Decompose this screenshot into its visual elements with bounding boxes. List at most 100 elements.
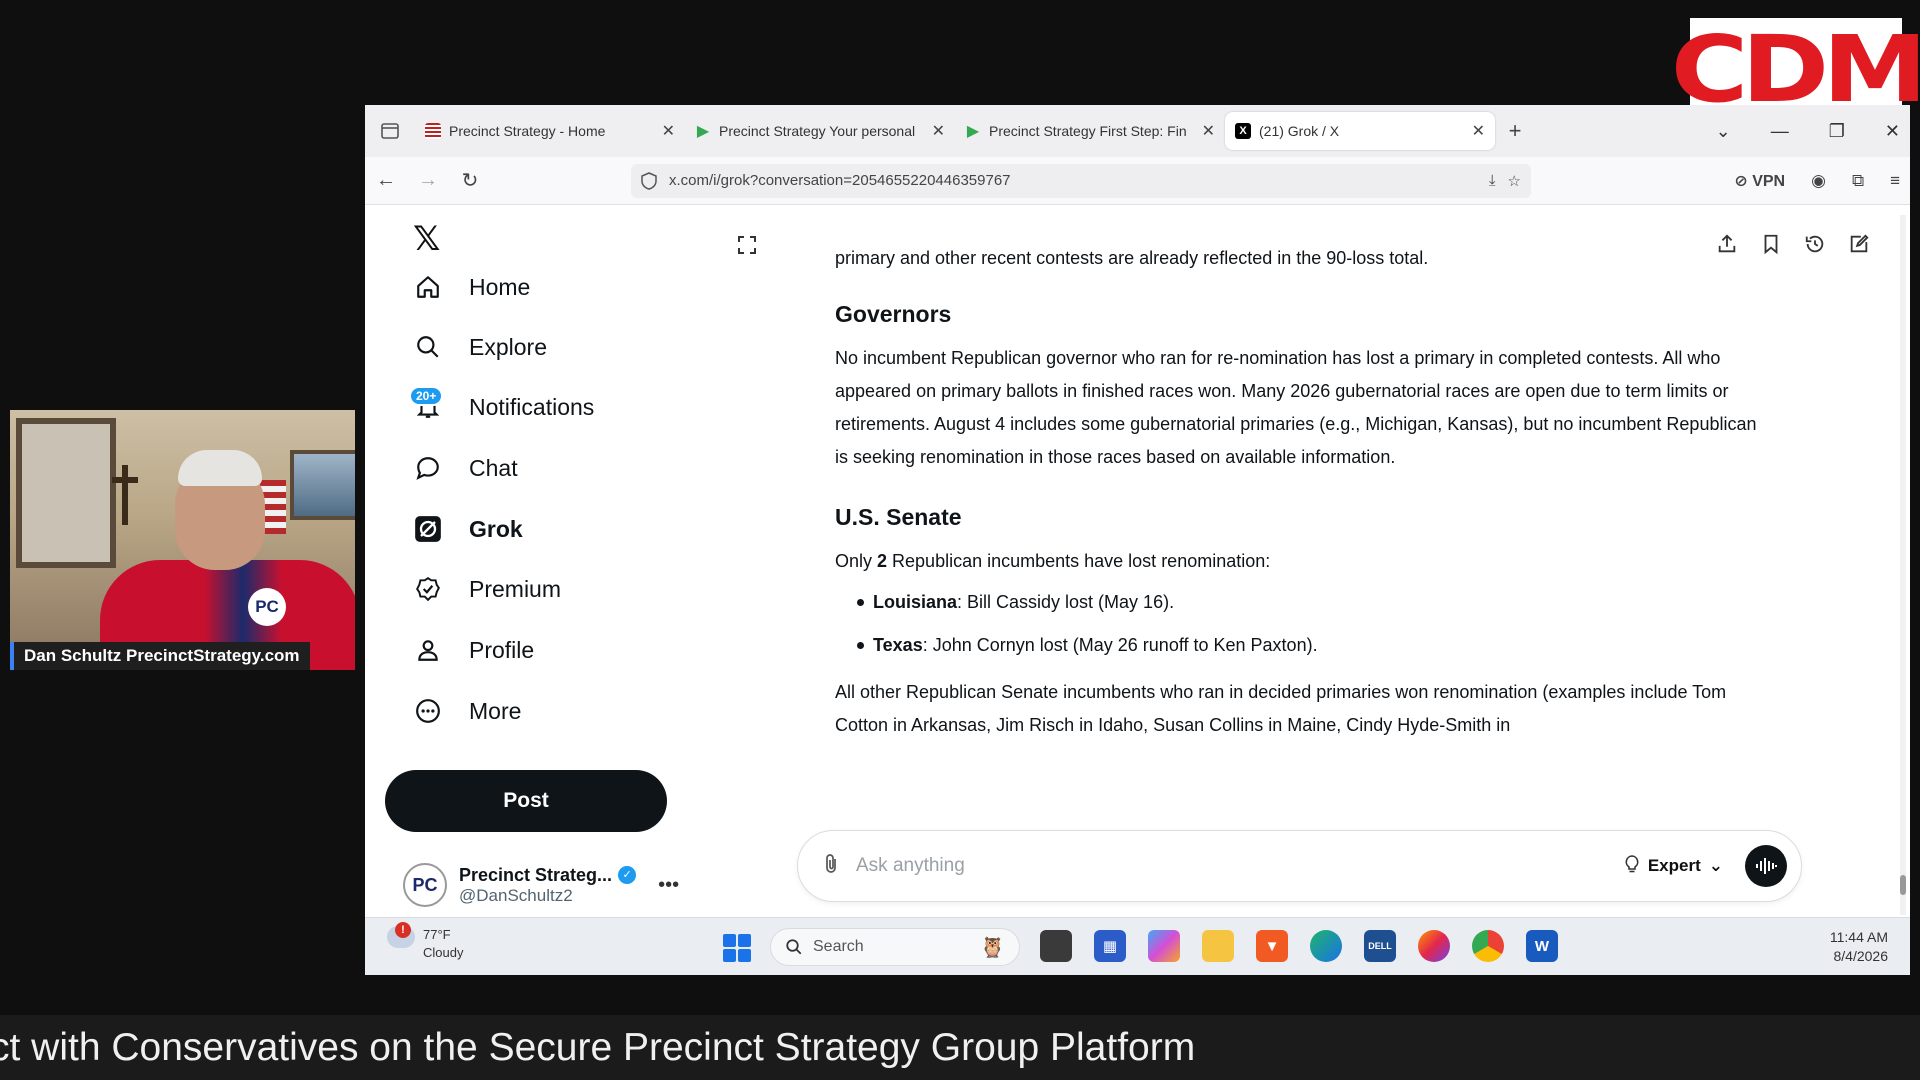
taskbar-search[interactable]: Search 🦉: [770, 928, 1020, 966]
paperclip-icon[interactable]: [822, 853, 846, 880]
clock-date: 8/4/2026: [1833, 948, 1889, 964]
menu-icon[interactable]: ≡: [1890, 171, 1900, 191]
more-circle-icon: [413, 696, 443, 726]
ellipsis-icon[interactable]: •••: [658, 874, 679, 897]
tab-title: Precinct Strategy - Home: [449, 123, 606, 139]
webcam-feed: PC Dan Schultz PrecinctStrategy.com: [10, 410, 355, 670]
sidebar-item-label: Profile: [469, 636, 535, 663]
wall-picture: [290, 450, 355, 520]
scrollbar-thumb[interactable]: [1900, 875, 1906, 895]
close-icon[interactable]: ✕: [1202, 121, 1215, 141]
back-arrow-icon[interactable]: ←: [375, 169, 397, 192]
senate-lead-post: Republican incumbents have lost renomina…: [887, 551, 1271, 571]
minimize-icon[interactable]: —: [1771, 121, 1789, 142]
sidebar-item-explore[interactable]: Explore: [413, 327, 547, 367]
sidebar-item-chat[interactable]: Chat: [413, 448, 518, 488]
file-explorer-icon[interactable]: [1202, 930, 1234, 962]
vpn-button[interactable]: ⊘ VPN: [1734, 171, 1785, 191]
url-text: x.com/i/grok?conversation=20546552204463…: [669, 172, 1011, 189]
senate-lead: Only 2 Republican incumbents have lost r…: [835, 545, 1765, 578]
task-view-icon[interactable]: [1040, 930, 1072, 962]
vpn-label: VPN: [1752, 172, 1786, 190]
brave-icon[interactable]: ▼: [1256, 930, 1288, 962]
presenter-hair: [178, 450, 262, 486]
extensions-icon[interactable]: ⧉: [1852, 171, 1864, 191]
wall-cross: [112, 465, 138, 525]
weather-widget[interactable]: ! 77°F Cloudy: [387, 922, 463, 962]
list-item-state: Texas: [873, 635, 923, 655]
owl-icon: 🦉: [980, 936, 1005, 959]
sidebar-item-home[interactable]: Home: [413, 267, 530, 307]
windows-start-icon[interactable]: [723, 934, 751, 962]
browser-window: Precinct Strategy - Home ✕ ▶ Precinct St…: [365, 105, 1910, 975]
senate-lead-pre: Only: [835, 551, 878, 571]
star-icon[interactable]: ☆: [1508, 172, 1521, 190]
window-controls: ⌄ — ❐ ✕: [1716, 105, 1900, 157]
new-tab-button[interactable]: +: [1495, 118, 1535, 144]
shield-icon: [641, 171, 657, 190]
close-icon[interactable]: ✕: [662, 121, 675, 141]
logo-text: CDM: [1670, 16, 1920, 123]
tab-precinct-personal[interactable]: ▶ Precinct Strategy Your personal ✕: [685, 112, 955, 150]
tab-precinct-first-step[interactable]: ▶ Precinct Strategy First Step: Fin ✕: [955, 112, 1225, 150]
close-icon[interactable]: ✕: [1472, 121, 1485, 141]
firefox-icon[interactable]: [1418, 930, 1450, 962]
x-grok-page: 𝕏 Home Explore 20+ Notifications Chat Gr…: [365, 205, 1910, 917]
cloud-icon: !: [387, 922, 415, 948]
account-name-row: Precinct Strateg... ✓: [459, 865, 637, 886]
webcam-caption: Dan Schultz PrecinctStrategy.com: [10, 642, 310, 670]
senate-lead-count: 2: [877, 551, 888, 571]
post-button[interactable]: Post: [385, 770, 667, 832]
sidebar-item-notifications[interactable]: 20+ Notifications: [409, 386, 594, 427]
new-chat-icon[interactable]: [1848, 233, 1870, 260]
response-paragraph: primary and other recent contests are al…: [835, 248, 1429, 268]
sidebar-item-label: Chat: [469, 454, 518, 481]
account-circle-icon[interactable]: ◉: [1811, 171, 1826, 191]
close-window-icon[interactable]: ✕: [1885, 121, 1900, 142]
dell-icon[interactable]: DELL: [1364, 930, 1396, 962]
history-icon[interactable]: [1804, 233, 1826, 260]
x-sidebar: 𝕏 Home Explore 20+ Notifications Chat Gr…: [383, 205, 683, 917]
weather-temp: 77°F: [423, 927, 451, 942]
sidebar-item-profile[interactable]: Profile: [413, 630, 534, 670]
word-icon[interactable]: W: [1526, 930, 1558, 962]
close-icon[interactable]: ✕: [932, 121, 945, 141]
vpn-icon: ⊘: [1734, 172, 1748, 190]
sidebar-item-premium[interactable]: Premium: [413, 569, 561, 609]
store-icon[interactable]: ▦: [1094, 930, 1126, 962]
account-handle: @DanSchultz2: [459, 885, 573, 905]
system-clock[interactable]: 11:44 AM 8/4/2026: [1830, 928, 1888, 966]
mode-selector[interactable]: Expert ⌄: [1624, 854, 1723, 878]
person-icon: [413, 635, 443, 665]
url-field[interactable]: x.com/i/grok?conversation=20546552204463…: [631, 163, 1531, 198]
sidebar-item-label: Home: [469, 273, 531, 300]
restore-icon[interactable]: ❐: [1829, 121, 1845, 142]
avatar: PC: [403, 863, 447, 907]
ask-input[interactable]: [846, 855, 1624, 877]
sidebar-item-more[interactable]: More: [413, 691, 521, 731]
chevron-down-icon[interactable]: ⌄: [1716, 121, 1731, 142]
account-switcher[interactable]: PC Precinct Strateg... ✓ @DanSchultz2 ••…: [403, 855, 683, 915]
tab-precinct-home[interactable]: Precinct Strategy - Home ✕: [415, 112, 685, 150]
chevron-down-icon: ⌄: [1708, 856, 1723, 875]
voice-mode-button[interactable]: [1745, 845, 1787, 887]
notification-badge: 20+: [409, 386, 444, 406]
search-icon: [413, 332, 443, 362]
page-scrollbar[interactable]: [1900, 215, 1906, 915]
news-ticker: ct with Conservatives on the Secure Prec…: [0, 1015, 1920, 1080]
x-logo-icon[interactable]: 𝕏: [413, 219, 440, 259]
edge-icon[interactable]: [1310, 930, 1342, 962]
forward-arrow-icon[interactable]: →: [417, 169, 439, 192]
expand-icon[interactable]: [737, 235, 757, 260]
sidebar-item-grok[interactable]: Grok: [413, 509, 523, 549]
chrome-icon[interactable]: [1472, 930, 1504, 962]
tab-grok[interactable]: X (21) Grok / X ✕: [1225, 112, 1495, 150]
browser-toolbar: ⊘ VPN ◉ ⧉ ≡: [1734, 171, 1900, 191]
grok-composer: Expert ⌄: [797, 830, 1802, 902]
copilot-icon[interactable]: [1148, 930, 1180, 962]
tab-overview-icon[interactable]: [365, 123, 415, 139]
install-icon[interactable]: ⤓: [1489, 172, 1496, 189]
chat-bubble-icon: [413, 453, 443, 483]
reload-icon[interactable]: ↻: [459, 168, 481, 193]
play-icon: ▶: [966, 123, 980, 140]
